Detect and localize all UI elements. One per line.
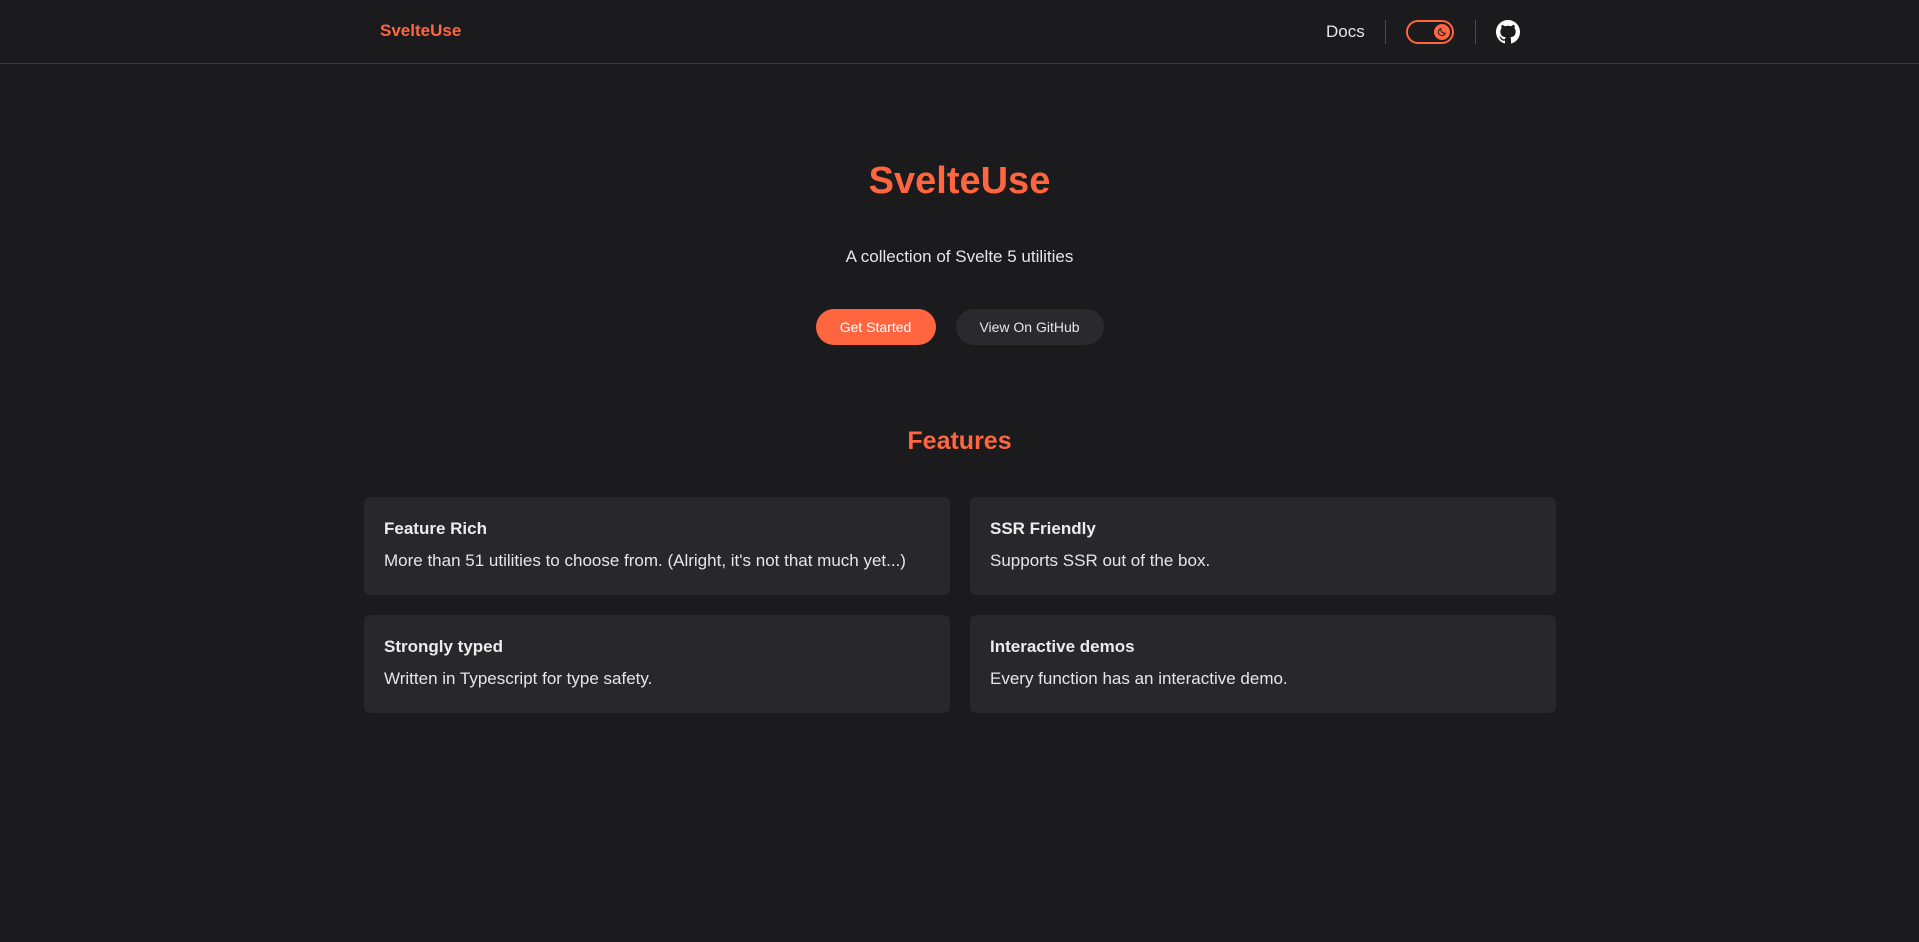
theme-toggle[interactable] bbox=[1405, 20, 1454, 44]
docs-link[interactable]: Docs bbox=[1326, 22, 1365, 42]
features-grid: Feature Rich More than 51 utilities to c… bbox=[364, 497, 1556, 713]
navbar: SvelteUse Docs bbox=[0, 0, 1919, 64]
view-on-github-button[interactable]: View On GitHub bbox=[955, 309, 1104, 345]
nav-divider bbox=[1384, 20, 1386, 44]
feature-title: Strongly typed bbox=[384, 637, 504, 656]
feature-card: SSR Friendly Supports SSR out of the box… bbox=[970, 497, 1556, 595]
hero-title: SvelteUse bbox=[868, 160, 1051, 202]
hero-actions: Get Started View On GitHub bbox=[0, 309, 1919, 345]
feature-card: Feature Rich More than 51 utilities to c… bbox=[364, 497, 950, 595]
feature-card: Interactive demos Every function has an … bbox=[970, 615, 1556, 713]
feature-description: Supports SSR out of the box. bbox=[990, 551, 1211, 570]
nav-divider bbox=[1474, 20, 1476, 44]
feature-title: Interactive demos bbox=[990, 637, 1135, 656]
feature-card: Strongly typed Written in Typescript for… bbox=[364, 615, 950, 713]
moon-icon bbox=[1433, 24, 1450, 40]
features-heading: Features bbox=[907, 427, 1012, 455]
github-link[interactable] bbox=[1495, 20, 1520, 44]
feature-description: Every function has an interactive demo. bbox=[990, 669, 1288, 688]
brand-link[interactable]: SvelteUse bbox=[380, 21, 461, 41]
nav-actions: Docs bbox=[1326, 16, 1520, 48]
github-icon bbox=[1495, 20, 1520, 44]
feature-description: More than 51 utilities to choose from. (… bbox=[384, 551, 906, 570]
hero-subtitle: A collection of Svelte 5 utilities bbox=[845, 247, 1074, 266]
feature-title: Feature Rich bbox=[384, 519, 487, 538]
get-started-button[interactable]: Get Started bbox=[815, 309, 936, 345]
feature-description: Written in Typescript for type safety. bbox=[384, 669, 653, 688]
feature-title: SSR Friendly bbox=[990, 519, 1096, 538]
